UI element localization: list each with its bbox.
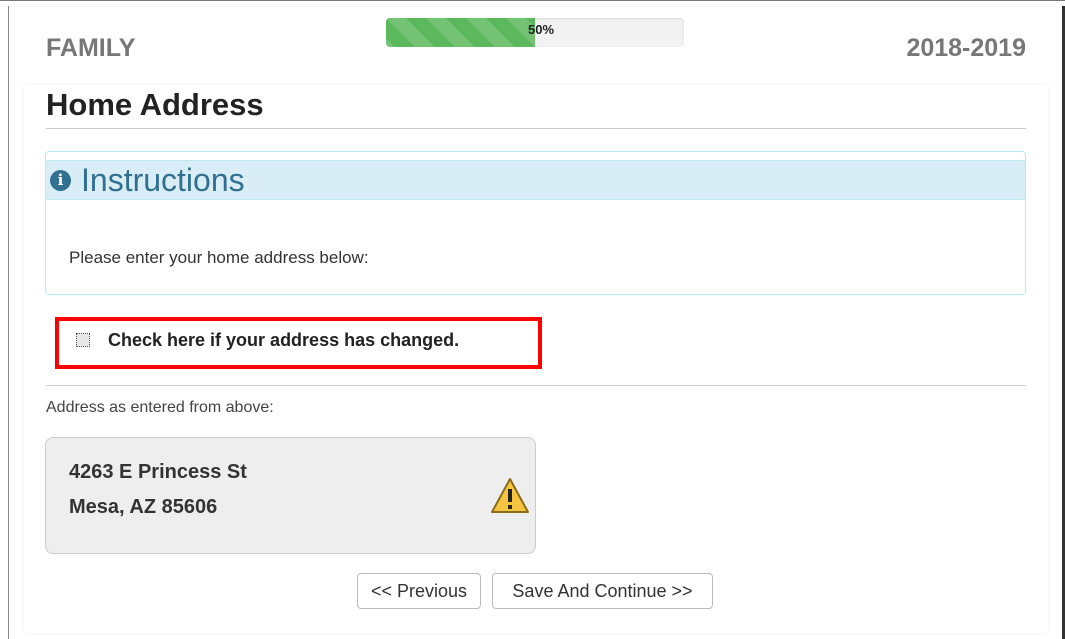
address-caption: Address as entered from above: bbox=[46, 399, 274, 416]
instructions-title: Instructions bbox=[81, 162, 245, 198]
window-top-border bbox=[0, 0, 1065, 6]
progress-bar: 50% bbox=[386, 18, 684, 47]
address-changed-checkbox[interactable] bbox=[76, 333, 90, 347]
save-continue-button[interactable]: Save And Continue >> bbox=[492, 573, 713, 609]
address-line-1: 4263 E Princess St bbox=[69, 461, 247, 483]
instructions-text: Please enter your home address below: bbox=[69, 248, 369, 267]
page-title: Home Address bbox=[46, 87, 264, 122]
address-changed-label[interactable]: Check here if your address has changed. bbox=[108, 330, 459, 351]
title-divider bbox=[46, 128, 1026, 129]
window-left-border bbox=[8, 6, 9, 639]
address-line-2: Mesa, AZ 85606 bbox=[69, 496, 218, 518]
instructions-header: i Instructions bbox=[46, 160, 1025, 200]
previous-button[interactable]: << Previous bbox=[357, 573, 481, 609]
section-divider bbox=[46, 385, 1026, 386]
warning-icon bbox=[491, 478, 529, 513]
info-circle-icon: i bbox=[50, 170, 71, 191]
instructions-panel: i Instructions Please enter your home ad… bbox=[45, 151, 1026, 295]
school-year: 2018-2019 bbox=[906, 34, 1026, 62]
progress-label: 50% bbox=[527, 22, 555, 37]
section-label: FAMILY bbox=[46, 34, 136, 62]
address-display: 4263 E Princess St Mesa, AZ 85606 bbox=[45, 437, 536, 554]
